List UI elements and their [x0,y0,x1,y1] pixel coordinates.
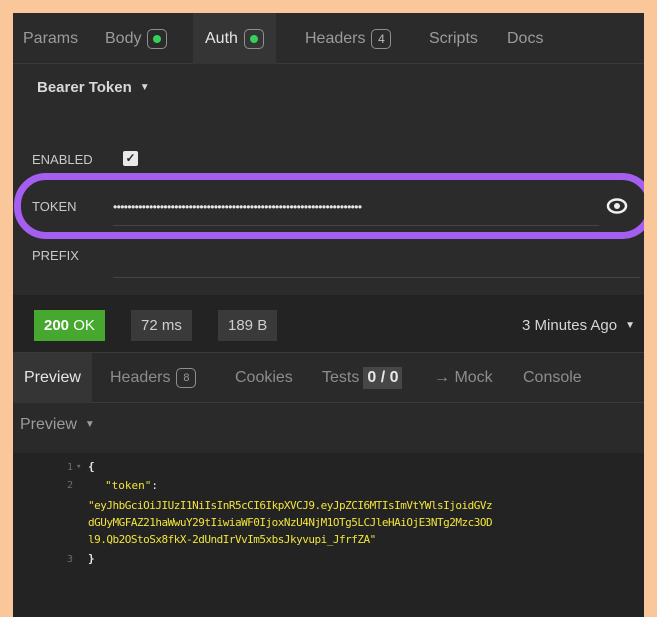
chevron-down-icon: ▼ [84,419,95,430]
tab-auth[interactable]: Auth [193,13,276,64]
tab-console-label: Console [523,369,582,386]
response-status-bar: 200 OK 72 ms 189 B 3 Minutes Ago ▼ [13,295,644,353]
json-string-line: "eyJhbGciOiJIUzI1NiIsInR5cCI6IkpXVCJ9.ey… [88,499,493,512]
preview-mode-dropdown[interactable]: Preview ▼ [20,416,95,434]
tab-preview[interactable]: Preview [13,353,92,403]
tab-params[interactable]: Params [23,13,78,64]
tab-response-headers-label: Headers [110,369,171,386]
token-label: TOKEN [32,199,77,214]
enabled-checkbox[interactable]: ✓ [123,151,138,166]
json-close-brace: } [88,552,95,565]
tab-preview-label: Preview [24,369,81,386]
tab-response-headers[interactable]: Headers 8 [110,353,197,403]
status-code: 200 [44,317,70,334]
history-dropdown[interactable]: 3 Minutes Ago ▼ [522,310,635,341]
tab-body-label: Body [105,30,142,47]
tab-mock-label: → Mock [434,369,493,386]
prefix-label: PREFIX [32,248,79,263]
token-underline [113,225,599,226]
prefix-input[interactable] [113,277,640,278]
show-token-eye-icon[interactable] [605,196,629,216]
request-tab-bar: Params Body Auth Headers 4 Scripts Docs [13,13,644,64]
json-colon: : [151,479,158,492]
chevron-down-icon: ▼ [139,82,150,93]
token-input[interactable]: ••••••••••••••••••••••••••••••••••••••••… [113,194,591,220]
response-tab-bar: Preview Headers 8 Cookies Tests 0 / 0 → Mo… [13,353,644,403]
line-number: 2 [66,480,73,491]
fold-arrow-icon[interactable]: ▾ [76,459,81,476]
enabled-label: ENABLED [32,152,93,167]
json-key: "token": [105,477,158,494]
tab-docs[interactable]: Docs [507,13,543,64]
status-badge: 200 OK [34,310,105,341]
tab-mock[interactable]: → Mock [434,353,493,403]
tab-tests-label: Tests [322,369,360,386]
request-pane: Params Body Auth Headers 4 Scripts Docs B… [13,13,644,295]
json-open-brace: { [88,460,95,473]
json-string-line: dGUyMGFAZ21haWwuY29tIiwiaWF0IjoxNzU4NjM1… [88,516,493,529]
chevron-down-icon: ▼ [625,320,635,331]
body-active-indicator-icon [147,28,168,49]
line-number: 1 [66,462,73,473]
headers-count-badge: 4 [371,28,392,49]
tab-tests[interactable]: Tests 0 / 0 [322,353,403,403]
auth-type-label: Bearer Token [37,79,132,96]
json-key-text: "token" [105,479,152,492]
tab-params-label: Params [23,30,79,47]
tab-scripts[interactable]: Scripts [429,13,478,64]
auth-active-indicator-icon [243,28,264,49]
tab-headers-label: Headers [305,30,366,47]
preview-mode-label: Preview [20,416,77,433]
tab-headers[interactable]: Headers 4 [305,13,392,64]
response-time: 72 ms [131,310,192,341]
tab-cookies-label: Cookies [235,369,293,386]
response-headers-count-badge: 8 [176,367,197,388]
tab-body[interactable]: Body [105,13,168,64]
time-ago-label: 3 Minutes Ago [522,317,618,334]
line-number: 3 [66,554,73,565]
tab-scripts-label: Scripts [429,30,478,47]
auth-type-dropdown[interactable]: Bearer Token ▼ [37,79,150,96]
response-body-viewer: 1 ▾ { 2 "token": "eyJhbGciOiJIUzI1NiIsIn… [13,453,644,617]
json-string-line: l9.Qb2OStoSx8fkX-2dUndIrVvIm5xbsJkyvupi_… [88,533,376,546]
response-size: 189 B [218,310,278,341]
client-panel: Params Body Auth Headers 4 Scripts Docs B… [13,13,644,617]
checkmark-icon: ✓ [125,151,136,165]
tab-docs-label: Docs [507,30,544,47]
tab-cookies[interactable]: Cookies [235,353,293,403]
tests-result-badge: 0 / 0 [363,367,403,389]
tab-auth-label: Auth [205,30,238,47]
status-text: OK [73,317,95,334]
tab-console[interactable]: Console [523,353,582,403]
